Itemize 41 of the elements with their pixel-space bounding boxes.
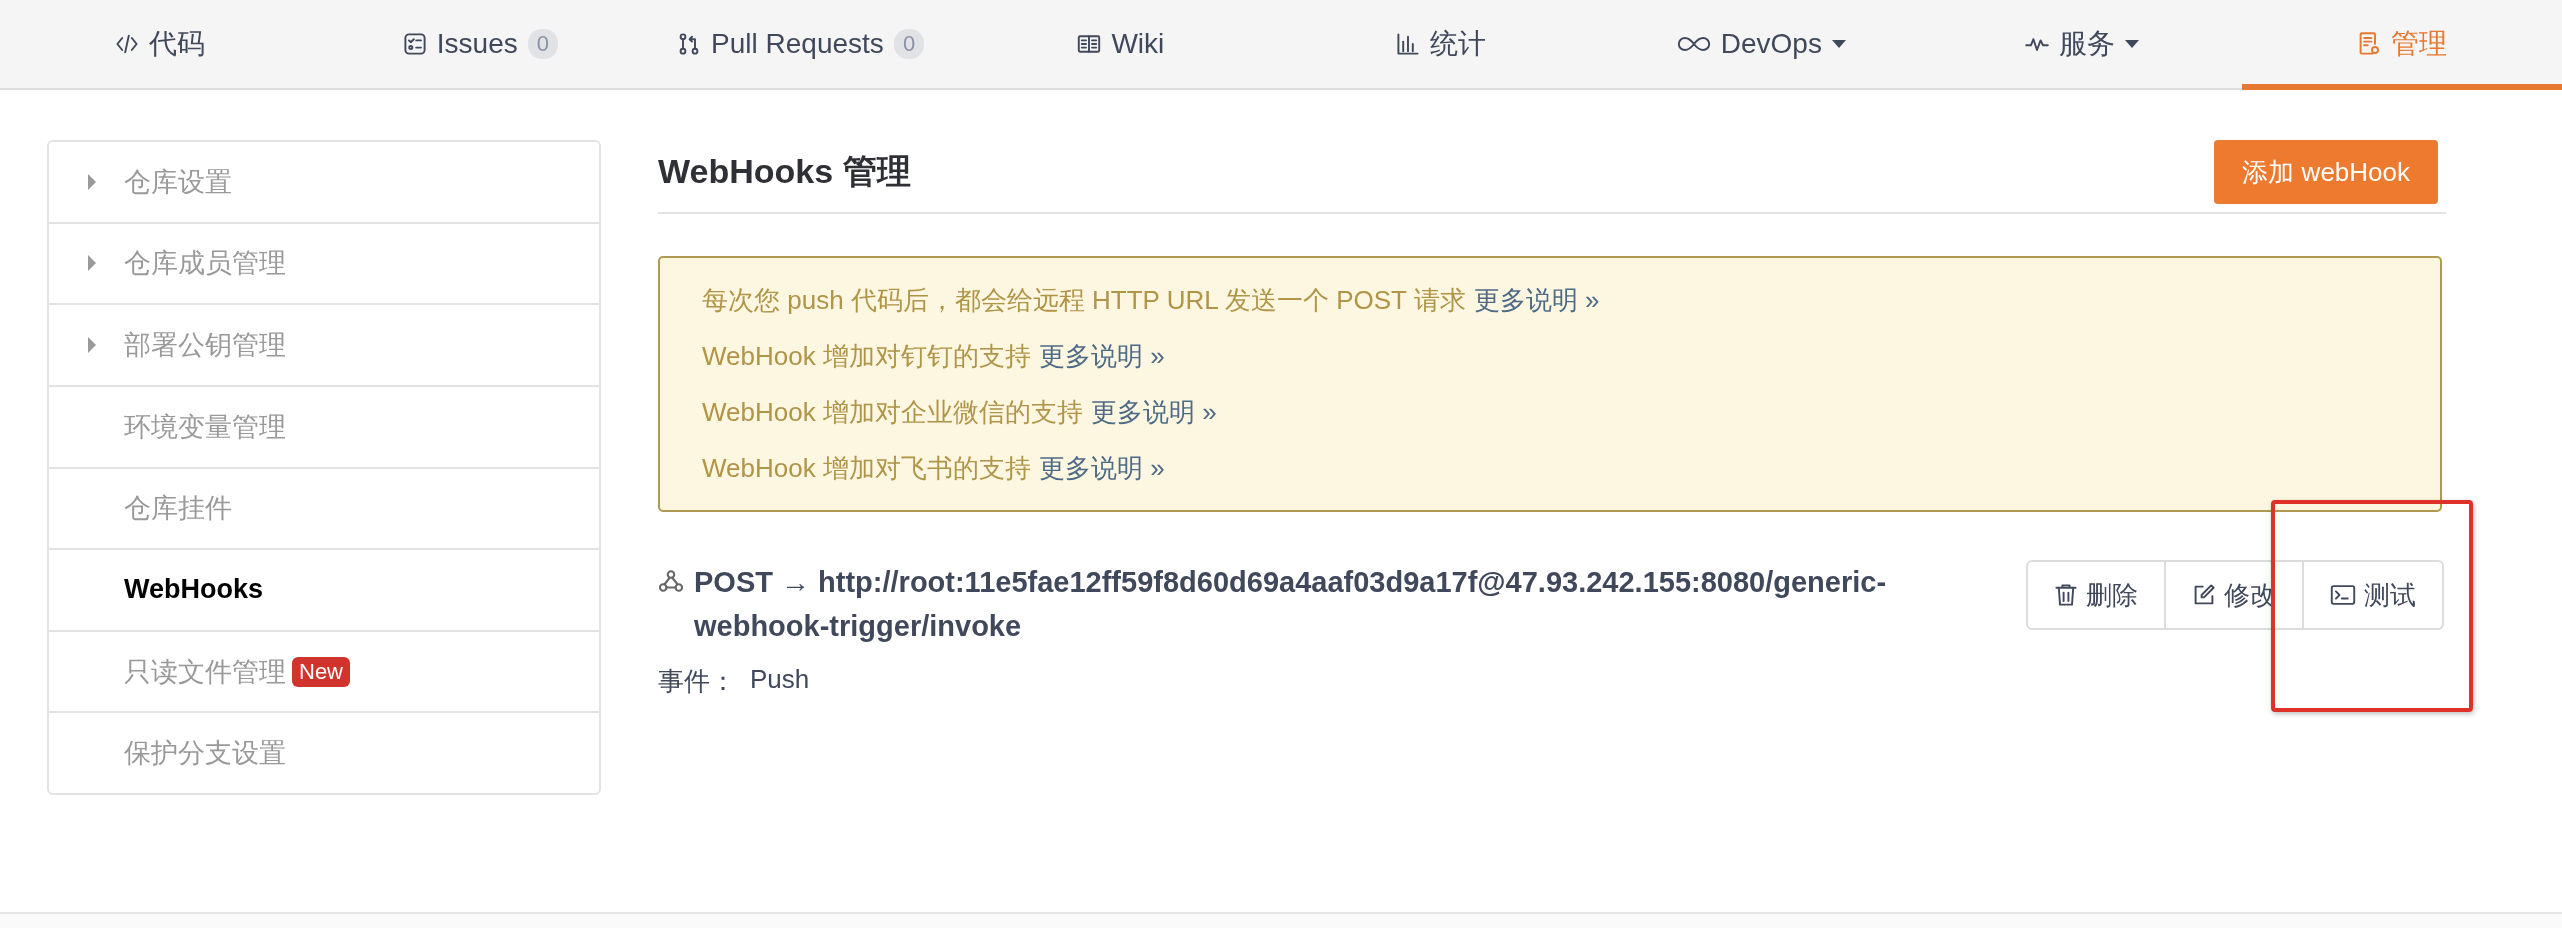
page-title: WebHooks 管理 bbox=[658, 151, 911, 192]
add-webhook-button[interactable]: 添加 webHook bbox=[2214, 140, 2438, 204]
event-label: 事件： bbox=[658, 665, 736, 698]
edit-icon bbox=[2192, 583, 2216, 607]
nav-tab[interactable]: 代码 bbox=[0, 0, 321, 90]
nav-tab[interactable]: Pull Requests 0 bbox=[640, 0, 961, 90]
sidebar-item[interactable]: 只读文件管理 New bbox=[49, 631, 599, 714]
sidebar-item[interactable]: WebHooks bbox=[49, 550, 599, 632]
notice-text: 每次您 push 代码后，都会给远程 HTTP URL 发送一个 POST 请求 bbox=[702, 283, 1466, 317]
new-badge: New bbox=[292, 656, 350, 687]
sidebar-item[interactable]: 环境变量管理 bbox=[49, 386, 599, 469]
count-badge: 0 bbox=[527, 29, 558, 59]
notice-text: WebHook 增加对钉钉的支持 bbox=[702, 339, 1031, 373]
sidebar-item[interactable]: 部署公钥管理 bbox=[49, 305, 599, 387]
nav-tab[interactable]: Issues 0 bbox=[320, 0, 641, 90]
webhook-url: POST → http://root:11e5fae12ff59f8d60d69a4aaf03d9a17f@47.93.242.155:8080/generic-webhook-trigger/invoke bbox=[694, 565, 1888, 644]
terminal-icon bbox=[2330, 583, 2356, 607]
trash-icon bbox=[2054, 583, 2078, 607]
more-info-link[interactable]: 更多说明 » bbox=[1473, 282, 1600, 318]
sidebar-item[interactable]: 仓库设置 bbox=[49, 142, 599, 224]
count-badge: 0 bbox=[893, 29, 925, 59]
bar-chart-icon bbox=[1396, 32, 1421, 56]
code-icon bbox=[115, 32, 140, 56]
nav-tab[interactable]: 服务 bbox=[1921, 0, 2242, 90]
book-icon bbox=[1077, 32, 1102, 56]
checklist-icon bbox=[402, 32, 427, 56]
more-info-link[interactable]: 更多说明 » bbox=[1038, 450, 1165, 486]
more-info-link[interactable]: 更多说明 » bbox=[1038, 338, 1165, 374]
webhook-icon bbox=[658, 568, 684, 594]
notice-text: WebHook 增加对企业微信的支持 bbox=[702, 395, 1083, 429]
sidebar-item[interactable]: 仓库成员管理 bbox=[49, 223, 599, 306]
infinity-icon bbox=[1676, 35, 1711, 53]
nav-tab[interactable]: Wiki bbox=[960, 0, 1281, 90]
nav-tab[interactable]: DevOps bbox=[1601, 0, 1922, 90]
nav-tab[interactable]: 管理 bbox=[2241, 0, 2562, 90]
sidebar-item[interactable]: 仓库挂件 bbox=[49, 468, 599, 551]
nav-tab[interactable]: 统计 bbox=[1281, 0, 1602, 90]
sidebar-item[interactable]: 保护分支设置 bbox=[49, 713, 599, 793]
more-info-link[interactable]: 更多说明 » bbox=[1090, 394, 1217, 430]
notice-text: WebHook 增加对飞书的支持 bbox=[702, 451, 1031, 485]
event-value: Push bbox=[750, 664, 810, 696]
